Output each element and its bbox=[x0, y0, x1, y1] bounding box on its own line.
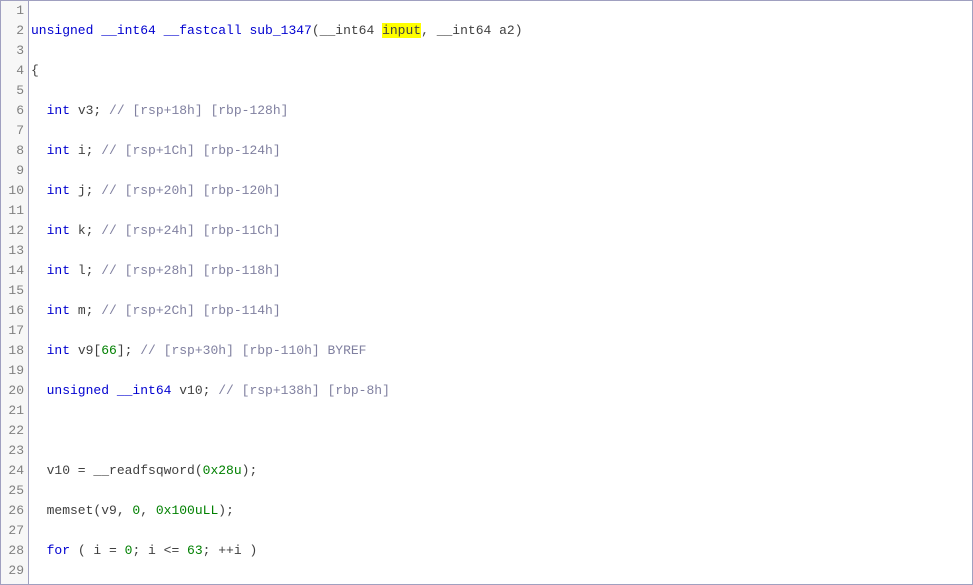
code-text: m; bbox=[70, 303, 101, 318]
keyword: for bbox=[31, 543, 70, 558]
code-line[interactable]: memset(v9, 0, 0x100uLL); bbox=[31, 501, 972, 521]
line-number: 27 bbox=[1, 521, 24, 541]
line-number: 26 bbox=[1, 501, 24, 521]
line-number-gutter: 1 2 3 4 5 6 7 8 9 10 11 12 13 14 15 16 1… bbox=[1, 1, 29, 584]
function-name: sub_1347 bbox=[249, 23, 311, 38]
number-literal: 0x28u bbox=[203, 463, 242, 478]
line-number: 17 bbox=[1, 321, 24, 341]
code-line[interactable]: int j; // [rsp+20h] [rbp-120h] bbox=[31, 181, 972, 201]
line-number: 13 bbox=[1, 241, 24, 261]
code-line[interactable]: unsigned __int64 v10; // [rsp+138h] [rbp… bbox=[31, 381, 972, 401]
code-text: , bbox=[140, 503, 156, 518]
code-text: ); bbox=[218, 503, 234, 518]
comment: // [rsp+138h] [rbp-8h] bbox=[218, 383, 390, 398]
code-text: v9[ bbox=[70, 343, 101, 358]
line-number: 2 bbox=[1, 21, 24, 41]
code-text: k; bbox=[70, 223, 101, 238]
highlighted-identifier: input bbox=[382, 23, 421, 38]
line-number: 20 bbox=[1, 381, 24, 401]
line-number: 11 bbox=[1, 201, 24, 221]
code-line[interactable]: v10 = __readfsqword(0x28u); bbox=[31, 461, 972, 481]
code-text: v10; bbox=[171, 383, 218, 398]
line-number: 6 bbox=[1, 101, 24, 121]
line-number: 4 bbox=[1, 61, 24, 81]
type-keyword: int bbox=[31, 303, 70, 318]
code-line[interactable]: int i; // [rsp+1Ch] [rbp-124h] bbox=[31, 141, 972, 161]
line-number: 3 bbox=[1, 41, 24, 61]
line-number: 25 bbox=[1, 481, 24, 501]
code-area[interactable]: unsigned __int64 __fastcall sub_1347(__i… bbox=[29, 1, 972, 584]
comment: // [rsp+28h] [rbp-118h] bbox=[101, 263, 280, 278]
line-number: 15 bbox=[1, 281, 24, 301]
code-line[interactable]: for ( i = 0; i <= 63; ++i ) bbox=[31, 541, 972, 561]
line-number: 5 bbox=[1, 81, 24, 101]
code-text: l; bbox=[70, 263, 101, 278]
type-keyword: int bbox=[31, 223, 70, 238]
line-number: 19 bbox=[1, 361, 24, 381]
code-text: v10 = __readfsqword( bbox=[31, 463, 203, 478]
code-text: v3; bbox=[70, 103, 109, 118]
code-text: memset(v9, bbox=[31, 503, 132, 518]
number-literal: 66 bbox=[101, 343, 117, 358]
line-number: 8 bbox=[1, 141, 24, 161]
code-line[interactable]: { bbox=[31, 61, 972, 81]
code-text: j; bbox=[70, 183, 101, 198]
line-number: 28 bbox=[1, 541, 24, 561]
type-keyword: int bbox=[31, 263, 70, 278]
line-number: 14 bbox=[1, 261, 24, 281]
line-number: 1 bbox=[1, 1, 24, 21]
code-line[interactable]: { bbox=[31, 581, 972, 584]
number-literal: 0x100uLL bbox=[156, 503, 218, 518]
code-text: ); bbox=[242, 463, 258, 478]
comment: // [rsp+30h] [rbp-110h] BYREF bbox=[140, 343, 366, 358]
code-line[interactable]: int v3; // [rsp+18h] [rbp-128h] bbox=[31, 101, 972, 121]
type-keyword: int bbox=[31, 103, 70, 118]
type-keyword: int bbox=[31, 343, 70, 358]
comment: // [rsp+20h] [rbp-120h] bbox=[101, 183, 280, 198]
code-editor[interactable]: 1 2 3 4 5 6 7 8 9 10 11 12 13 14 15 16 1… bbox=[0, 0, 973, 585]
code-line[interactable]: int k; // [rsp+24h] [rbp-11Ch] bbox=[31, 221, 972, 241]
code-text: ( i = bbox=[70, 543, 125, 558]
line-number: 9 bbox=[1, 161, 24, 181]
code-line[interactable]: int v9[66]; // [rsp+30h] [rbp-110h] BYRE… bbox=[31, 341, 972, 361]
comment: // [rsp+1Ch] [rbp-124h] bbox=[101, 143, 280, 158]
comment: // [rsp+24h] [rbp-11Ch] bbox=[101, 223, 280, 238]
line-number: 22 bbox=[1, 421, 24, 441]
code-line[interactable] bbox=[31, 421, 972, 441]
type-keyword: int bbox=[31, 143, 70, 158]
code-line[interactable]: int l; // [rsp+28h] [rbp-118h] bbox=[31, 261, 972, 281]
type-keyword: unsigned __int64 __fastcall bbox=[31, 23, 249, 38]
type-keyword: int bbox=[31, 183, 70, 198]
line-number: 18 bbox=[1, 341, 24, 361]
type-keyword: unsigned __int64 bbox=[31, 383, 171, 398]
line-number: 24 bbox=[1, 461, 24, 481]
code-text: i; bbox=[70, 143, 101, 158]
line-number: 7 bbox=[1, 121, 24, 141]
code-line[interactable]: int m; // [rsp+2Ch] [rbp-114h] bbox=[31, 301, 972, 321]
line-number: 10 bbox=[1, 181, 24, 201]
line-number: 29 bbox=[1, 561, 24, 581]
code-text: ; i <= bbox=[132, 543, 187, 558]
code-text: (__int64 bbox=[312, 23, 382, 38]
line-number: 23 bbox=[1, 441, 24, 461]
line-number: 12 bbox=[1, 221, 24, 241]
line-number: 21 bbox=[1, 401, 24, 421]
code-text: ]; bbox=[117, 343, 140, 358]
comment: // [rsp+18h] [rbp-128h] bbox=[109, 103, 288, 118]
code-text: , __int64 a2) bbox=[421, 23, 522, 38]
code-text: ; ++i ) bbox=[203, 543, 258, 558]
code-line[interactable]: unsigned __int64 __fastcall sub_1347(__i… bbox=[31, 21, 972, 41]
comment: // [rsp+2Ch] [rbp-114h] bbox=[101, 303, 280, 318]
line-number: 16 bbox=[1, 301, 24, 321]
number-literal: 63 bbox=[187, 543, 203, 558]
